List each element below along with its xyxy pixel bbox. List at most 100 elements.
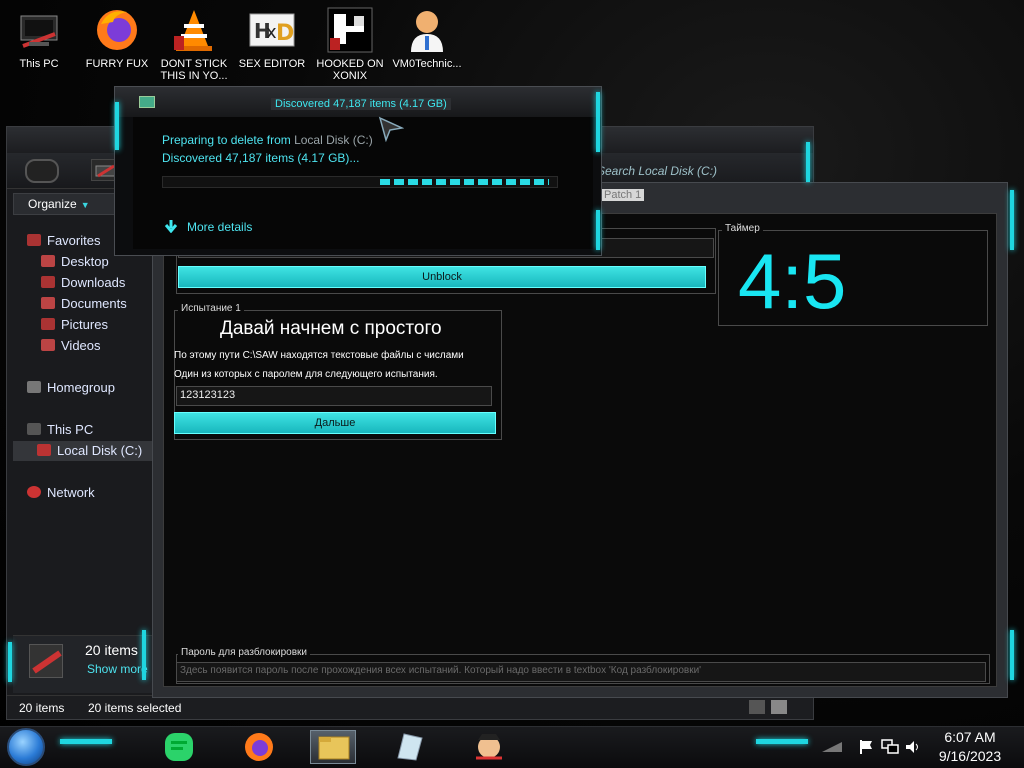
downloads-icon [41, 276, 55, 288]
challenge-title: Испытание 1 [178, 303, 244, 314]
taskbar-app-document[interactable] [386, 730, 432, 764]
accent-bar [142, 630, 146, 680]
unlock-tool-window[interactable]: Patch 1 Unblock Таймер 4:5 Испытание 1 Д… [152, 182, 1008, 698]
accent-bar [596, 210, 600, 250]
taskbar-app-explorer[interactable] [310, 730, 356, 764]
desktop-icon-label: DONT STICK THIS IN YO... [160, 58, 228, 82]
pictures-icon [41, 318, 55, 330]
desktop-icon-furry-fux[interactable]: FURRY FUX [80, 6, 154, 70]
status-bar: 20 items 20 items selected [7, 695, 813, 719]
tool-content: Unblock Таймер 4:5 Испытание 1 Давай нач… [163, 213, 997, 687]
nav-label: Desktop [61, 254, 109, 269]
videos-icon [41, 339, 55, 351]
pirate-app-icon [476, 734, 502, 760]
preparing-target: Local Disk (C:) [294, 133, 373, 147]
start-button[interactable] [7, 728, 45, 766]
desktop-icon-hooked-on-xonix[interactable]: HOOKED ON XONIX [313, 6, 387, 82]
desktop-icon-sex-editor[interactable]: HxD SEX EDITOR [235, 6, 309, 70]
desktop-icon-this-pc[interactable]: This PC [2, 6, 76, 70]
unblock-button[interactable]: Unblock [178, 266, 706, 288]
preparing-text: Preparing to delete from Local Disk (C:) [162, 133, 373, 147]
accent-bar [8, 642, 12, 682]
nav-label: Homegroup [47, 380, 115, 395]
documents-icon [41, 297, 55, 309]
accent-bar [756, 739, 808, 744]
nav-label: Favorites [47, 233, 101, 248]
desktop-icon-label: SEX EDITOR [238, 58, 306, 70]
nav-label: Network [47, 485, 95, 500]
timer-display: 4:5 [738, 237, 847, 325]
more-details-toggle[interactable]: More details [187, 220, 252, 234]
xonix-game-icon [326, 6, 374, 54]
nav-homegroup[interactable]: Homegroup [27, 380, 115, 395]
taskbar-app-notes[interactable] [156, 730, 202, 764]
firefox-icon [93, 6, 141, 54]
large-icons-view-icon[interactable] [771, 700, 787, 714]
challenge-heading: Давай начнем с простого [220, 318, 442, 339]
nav-label: Documents [61, 296, 127, 311]
computer-icon [27, 423, 41, 435]
network-icon [27, 486, 41, 498]
nav-label: Downloads [61, 275, 126, 290]
next-button[interactable]: Дальше [174, 412, 496, 434]
discovered-text: Discovered 47,187 items (4.17 GB)... [162, 151, 360, 165]
chevron-down-icon[interactable] [164, 219, 178, 234]
accent-bar [60, 739, 112, 744]
document-app-icon [397, 733, 423, 761]
volume-icon[interactable] [904, 739, 922, 758]
recycle-icon [139, 96, 155, 108]
computer-icon [15, 6, 63, 54]
dialog-title: Discovered 47,187 items (4.17 GB) [271, 98, 451, 110]
taskbar-app-game[interactable] [466, 730, 512, 764]
desktop-folder-icon [41, 255, 55, 267]
svg-text:D: D [276, 21, 294, 46]
homegroup-icon [27, 381, 41, 393]
timer-title: Таймер [722, 223, 763, 234]
nav-this-pc[interactable]: This PC [27, 422, 93, 437]
desktop-icon-label: This PC [19, 58, 59, 70]
show-hidden-icons-icon[interactable] [820, 740, 844, 754]
search-input[interactable]: Search Local Disk (C:) [597, 164, 717, 178]
nav-label: Local Disk (C:) [57, 443, 143, 458]
nav-network[interactable]: Network [27, 485, 95, 500]
drive-icon [29, 644, 63, 678]
details-count: 20 items [85, 642, 138, 658]
desktop-icon-dont-stick[interactable]: DONT STICK THIS IN YO... [157, 6, 231, 82]
firefox-icon [245, 733, 273, 761]
network-icon[interactable] [881, 739, 899, 758]
nav-downloads[interactable]: Downloads [41, 275, 125, 290]
password-output-field[interactable]: Здесь появится пароль после прохождения … [176, 662, 986, 682]
nav-pictures[interactable]: Pictures [41, 317, 108, 332]
taskbar-app-firefox[interactable] [236, 730, 282, 764]
mouse-cursor-icon [378, 116, 405, 145]
clock-date[interactable]: 9/16/2023 [930, 748, 1010, 764]
status-item-count: 20 items [19, 701, 65, 715]
nav-desktop[interactable]: Desktop [41, 254, 109, 269]
star-icon [27, 234, 41, 246]
clock-time[interactable]: 6:07 AM [930, 729, 1010, 745]
nav-videos[interactable]: Videos [41, 338, 101, 353]
details-pane: 20 items Show more [13, 635, 153, 693]
challenge-line-2: Один из которых с паролем для следующего… [174, 369, 438, 380]
notes-app-icon [165, 733, 193, 761]
nav-label: This PC [47, 422, 94, 437]
accent-bar [1010, 190, 1014, 250]
details-view-icon[interactable] [749, 700, 765, 714]
accent-bar [596, 92, 600, 152]
preparing-prefix: Preparing to delete from [162, 133, 295, 147]
hxd-editor-icon: HxD [248, 6, 296, 54]
doctor-icon [403, 6, 451, 54]
nav-label: Videos [61, 338, 101, 353]
nav-documents[interactable]: Documents [41, 296, 127, 311]
accent-bar [1010, 630, 1014, 680]
desktop-icon-vm0technic[interactable]: VM0Technic... [390, 6, 464, 70]
organize-label: Organize [28, 197, 77, 211]
back-button[interactable] [25, 159, 59, 183]
accent-bar [115, 102, 119, 150]
challenge-answer-input[interactable]: 123123123 [176, 386, 492, 406]
action-center-flag-icon[interactable] [858, 739, 874, 758]
tab-patch[interactable]: Patch 1 [601, 189, 645, 201]
progress-fill [379, 179, 550, 185]
nav-local-disk[interactable]: Local Disk (C:) [37, 443, 142, 458]
nav-favorites[interactable]: Favorites [27, 233, 100, 248]
